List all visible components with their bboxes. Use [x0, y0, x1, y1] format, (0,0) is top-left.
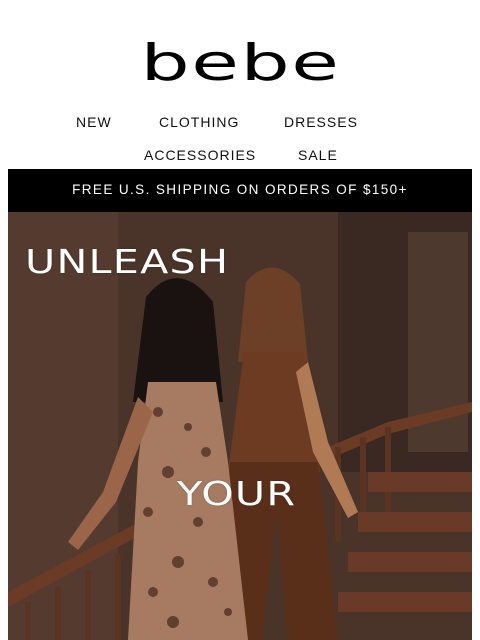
- brand-logo[interactable]: bebe: [140, 38, 340, 88]
- nav-link-clothing[interactable]: CLOTHING: [159, 114, 239, 130]
- promo-text: FREE U.S. SHIPPING ON ORDERS OF $150+: [72, 182, 408, 197]
- nav-row-primary: NEW CLOTHING DRESSES: [0, 114, 480, 134]
- hero-banner[interactable]: UNLEASH YOUR: [8, 212, 472, 640]
- nav-link-dresses[interactable]: DRESSES: [284, 114, 358, 130]
- logo-container: bebe: [0, 38, 480, 88]
- nav-link-new[interactable]: NEW: [76, 114, 112, 130]
- promo-banner[interactable]: FREE U.S. SHIPPING ON ORDERS OF $150+: [8, 169, 472, 212]
- hero-headline-line2: YOUR: [177, 474, 297, 513]
- nav-link-accessories[interactable]: ACCESSORIES: [144, 147, 256, 163]
- nav-link-sale[interactable]: SALE: [298, 147, 338, 163]
- nav-row-secondary: ACCESSORIES SALE: [0, 147, 480, 167]
- hero-headline-line1: UNLEASH: [25, 242, 230, 281]
